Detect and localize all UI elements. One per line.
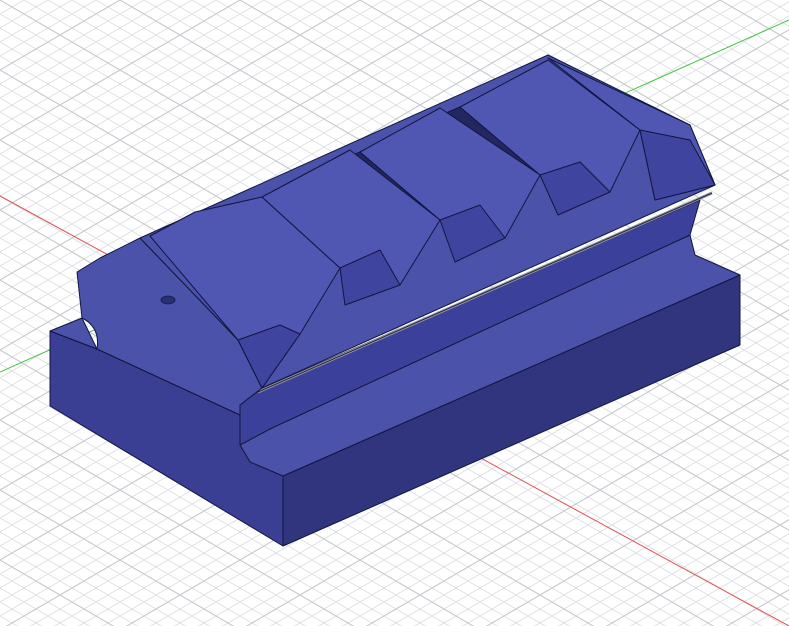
mounting-hole xyxy=(160,295,176,305)
viewport-canvas[interactable] xyxy=(0,0,789,626)
3d-viewport[interactable] xyxy=(0,0,789,626)
